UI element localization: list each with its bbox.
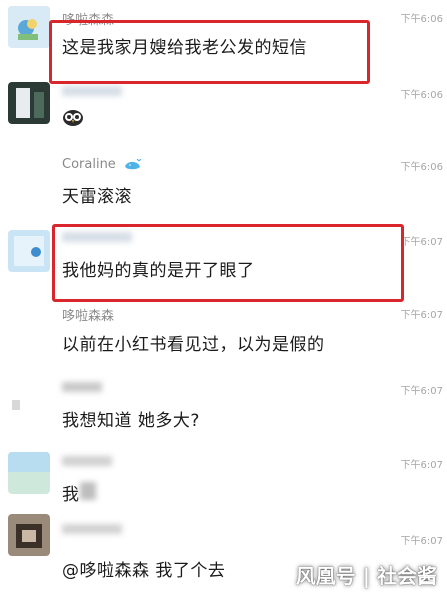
avatar-photo-icon [8, 380, 50, 422]
avatar-photo-icon [8, 514, 50, 556]
avatar[interactable] [8, 82, 50, 124]
chat-message: 下午6:07 我 [0, 444, 447, 507]
avatar-illustration-icon [8, 452, 50, 494]
sender-name-blurred [62, 382, 102, 392]
avatar[interactable] [8, 514, 50, 556]
blurred-text [80, 482, 96, 500]
sender-name-blurred [62, 456, 112, 466]
chat-message: 哆啦森森 下午6:07 以前在小红书看见过，以为是假的 [0, 296, 447, 373]
message-time: 下午6:07 [400, 310, 443, 321]
message-time: 下午6:07 [400, 536, 443, 547]
sender-name-blurred [62, 86, 122, 96]
chat-message: Coraline 下午6:06 天雷滚滚 [0, 144, 447, 225]
owl-emoji-icon [63, 110, 83, 126]
avatar[interactable] [8, 452, 50, 494]
chat-message: 下午6:07 我想知道 她多大? [0, 372, 447, 445]
message-text: 我 [62, 485, 80, 505]
message-time: 下午6:06 [400, 90, 443, 101]
avatar[interactable] [8, 230, 50, 272]
watermark: 风凰号 | 社会酱 [295, 564, 437, 588]
chat-message: 下午6:06 [0, 76, 447, 145]
message-time: 下午6:06 [400, 14, 443, 25]
avatar[interactable] [8, 150, 50, 192]
avatar-illustration-icon [8, 6, 50, 48]
sender-name-text: Coraline [62, 157, 116, 172]
message-text: @哆啦森森 我了个去 [62, 561, 226, 581]
sender-name: Coraline [62, 157, 142, 172]
avatar-photo-icon [8, 82, 50, 124]
avatar[interactable] [8, 380, 50, 422]
avatar[interactable] [8, 6, 50, 48]
avatar[interactable] [8, 302, 50, 344]
sender-name: 哆啦森森 [62, 309, 115, 324]
message-time: 下午6:07 [400, 460, 443, 471]
message-text: 我想知道 她多大? [62, 411, 200, 431]
sender-name-blurred [62, 524, 122, 534]
message-text: 天雷滚滚 [62, 187, 132, 207]
whale-icon [124, 158, 142, 169]
message-time: 下午6:07 [400, 386, 443, 397]
highlight-box [49, 20, 370, 84]
message-time: 下午6:07 [400, 237, 443, 248]
message-time: 下午6:06 [400, 162, 443, 173]
message-text: 以前在小红书看见过，以为是假的 [62, 335, 325, 355]
highlight-box [52, 224, 404, 302]
avatar-illustration-icon [8, 230, 50, 272]
